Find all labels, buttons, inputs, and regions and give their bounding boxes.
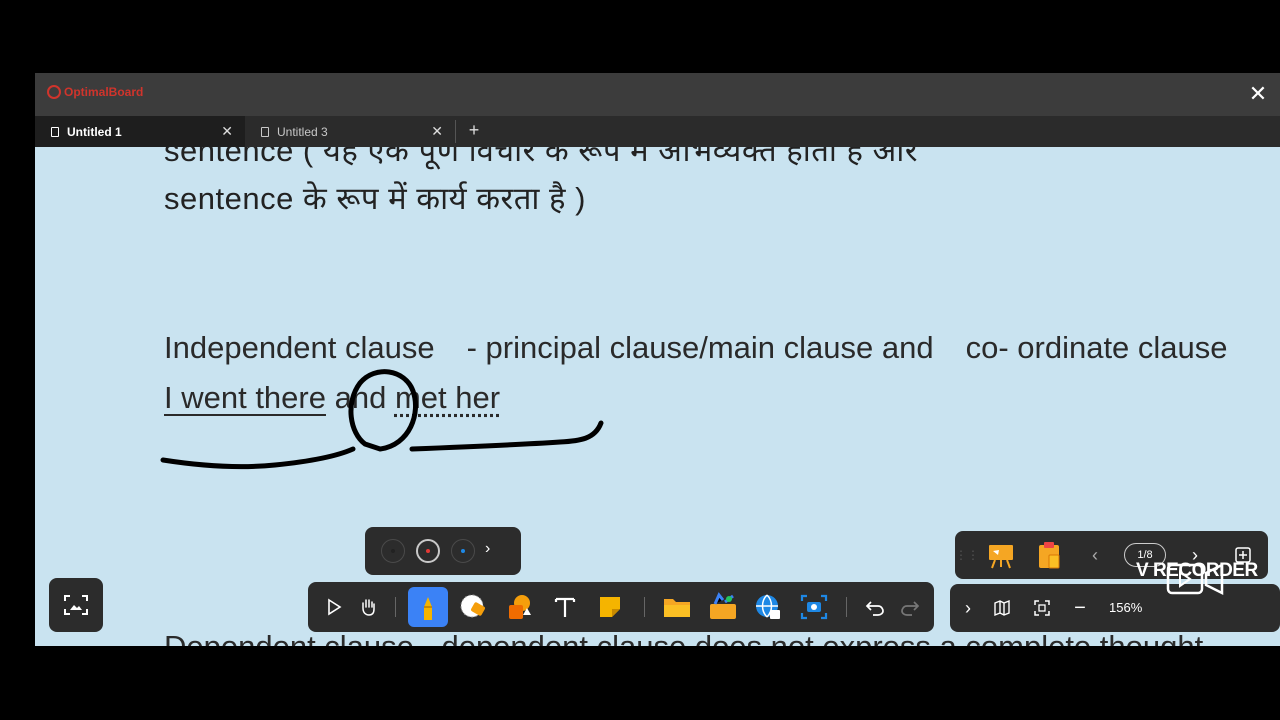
undo-icon — [865, 601, 884, 616]
toolbar-divider — [846, 597, 847, 617]
pen-color-picker: › — [365, 527, 521, 575]
zoom-out-button[interactable]: − — [1070, 592, 1090, 624]
tab-untitled-1[interactable]: Untitled 1 ✕ — [35, 116, 245, 147]
presentation-board-icon — [989, 545, 1013, 569]
text-tool-button[interactable] — [545, 587, 585, 627]
insert-image-button[interactable] — [49, 578, 103, 632]
zoom-controls: › − 156% — [950, 584, 1280, 632]
screenshot-icon — [800, 594, 828, 620]
app-logo: OptimalBoard — [47, 85, 143, 99]
collapse-zoom-button[interactable]: › — [960, 592, 976, 624]
watermark-label: V RECORDER — [1136, 560, 1258, 581]
title-bar: OptimalBoard ✕ — [35, 73, 1280, 116]
previous-page-button[interactable]: ‹ — [1085, 539, 1105, 571]
toolbox-icon — [710, 592, 736, 619]
document-icon — [261, 126, 269, 137]
whiteboard-app: sentence ( यह एक पूर्ण विचार के रूप में … — [35, 73, 1280, 646]
redo-icon — [901, 601, 920, 616]
open-folder-button[interactable] — [657, 587, 697, 627]
presentation-button[interactable] — [985, 539, 1017, 571]
minimap-button[interactable] — [990, 592, 1014, 624]
logo-icon — [47, 85, 61, 99]
eraser-tool-button[interactable] — [453, 587, 493, 627]
select-icon — [328, 598, 342, 616]
color-swatch-blue[interactable] — [451, 539, 475, 563]
toolbar-divider — [395, 597, 396, 617]
tab-untitled-3[interactable]: Untitled 3 ✕ — [245, 116, 455, 147]
tab-close-icon[interactable]: ✕ — [431, 123, 443, 140]
document-icon — [51, 126, 59, 137]
add-tab-button[interactable]: + — [463, 120, 485, 141]
color-swatch-black[interactable] — [381, 539, 405, 563]
browser-button[interactable] — [748, 587, 788, 627]
fit-screen-button[interactable] — [1030, 592, 1054, 624]
tab-bar: Untitled 1 ✕ Untitled 3 ✕ + — [35, 116, 1280, 147]
map-icon — [994, 599, 1010, 617]
redo-button[interactable] — [890, 587, 930, 627]
close-window-button[interactable]: ✕ — [1246, 82, 1270, 106]
text-icon — [554, 597, 576, 617]
clipboard-icon — [1039, 542, 1060, 569]
color-swatch-red[interactable] — [416, 539, 440, 563]
page-manager-button[interactable] — [1033, 539, 1065, 571]
chevron-right-icon[interactable]: › — [485, 540, 490, 558]
toolbox-button[interactable] — [703, 587, 743, 627]
sticky-note-icon — [600, 597, 620, 617]
shapes-icon — [509, 595, 531, 619]
eraser-icon — [460, 594, 485, 618]
hand-tool-button[interactable] — [348, 587, 388, 627]
highlighter-tool-button[interactable] — [408, 587, 448, 627]
hand-icon — [362, 599, 375, 616]
screenshot-button[interactable] — [794, 587, 834, 627]
drag-handle-icon[interactable]: ⋮⋮ — [955, 539, 979, 571]
highlighter-icon — [424, 597, 432, 620]
fit-screen-icon — [1034, 600, 1050, 616]
sticky-note-button[interactable] — [590, 587, 630, 627]
undo-button[interactable] — [855, 587, 895, 627]
shapes-tool-button[interactable] — [499, 587, 539, 627]
browser-icon — [756, 594, 780, 619]
zoom-level: 156% — [1109, 600, 1143, 615]
main-toolbar — [308, 582, 934, 632]
image-frame-icon — [64, 595, 88, 615]
folder-icon — [664, 599, 690, 617]
toolbar-divider — [644, 597, 645, 617]
tab-divider — [455, 120, 456, 143]
tab-close-icon[interactable]: ✕ — [221, 123, 233, 140]
